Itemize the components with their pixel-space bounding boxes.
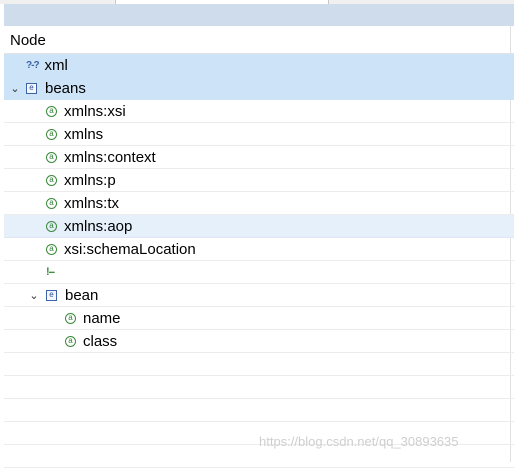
tree-row-attr[interactable]: a class xyxy=(4,330,514,353)
tree-row-attr[interactable]: a xmlns:xsi xyxy=(4,100,514,123)
tree-row-attr[interactable]: a xsi:schemaLocation xyxy=(4,238,514,261)
tree-label: bean xyxy=(65,286,99,304)
tree-label: beans xyxy=(45,79,86,97)
tree-label: xml xyxy=(44,56,68,74)
attribute-icon: a xyxy=(65,312,76,324)
comment-icon: !-- xyxy=(46,266,55,278)
tree-label: name xyxy=(83,309,121,327)
tree-row-beans[interactable]: ⌄ e beans xyxy=(4,77,514,100)
tree-label: xmlns xyxy=(64,125,104,143)
empty-row xyxy=(4,353,514,376)
tree-row-attr[interactable]: a name xyxy=(4,307,514,330)
empty-row xyxy=(4,399,514,422)
column-header-label: Node xyxy=(10,32,46,49)
tree-row-xml[interactable]: ?-? xml xyxy=(4,54,514,77)
tree-row-comment[interactable]: !-- xyxy=(4,261,514,284)
element-icon: e xyxy=(26,82,37,94)
attribute-icon: a xyxy=(46,174,57,186)
attribute-icon: a xyxy=(46,197,57,209)
element-icon: e xyxy=(46,289,57,301)
attribute-icon: a xyxy=(65,335,76,347)
tree-label: xmlns:xsi xyxy=(64,102,126,120)
tree-label: xmlns:tx xyxy=(64,194,120,212)
attribute-icon: a xyxy=(46,105,57,117)
tree-row-attr[interactable]: a xmlns:context xyxy=(4,146,514,169)
tree-row-attr[interactable]: a xmlns:p xyxy=(4,169,514,192)
attribute-icon: a xyxy=(46,243,57,255)
attribute-icon: a xyxy=(46,220,57,232)
attribute-icon: a xyxy=(46,151,57,163)
tree-row-bean[interactable]: ⌄ e bean xyxy=(4,284,514,307)
tree-row-attr-hovered[interactable]: a xmlns:aop xyxy=(4,215,514,238)
column-header[interactable]: Node xyxy=(4,26,514,54)
chevron-down-icon[interactable]: ⌄ xyxy=(27,287,41,303)
watermark: https://blog.csdn.net/qq_30893635 xyxy=(259,434,459,449)
tree-label: xmlns:aop xyxy=(64,217,133,235)
chevron-down-icon[interactable]: ⌄ xyxy=(8,80,22,96)
tree-label: xmlns:p xyxy=(64,171,116,189)
tree-label: xsi:schemaLocation xyxy=(64,240,196,258)
empty-row xyxy=(4,376,514,399)
tree-row-attr[interactable]: a xmlns:tx xyxy=(4,192,514,215)
tree-label: class xyxy=(83,332,118,350)
tree-label: xmlns:context xyxy=(64,148,156,166)
tree-row-attr[interactable]: a xmlns xyxy=(4,123,514,146)
processing-instruction-icon: ?-? xyxy=(26,59,40,71)
attribute-icon: a xyxy=(46,128,57,140)
outline-tree: ?-? xml ⌄ e beans a xmlns:xsi a xmlns a … xyxy=(4,54,514,468)
tab-bar xyxy=(4,4,514,26)
